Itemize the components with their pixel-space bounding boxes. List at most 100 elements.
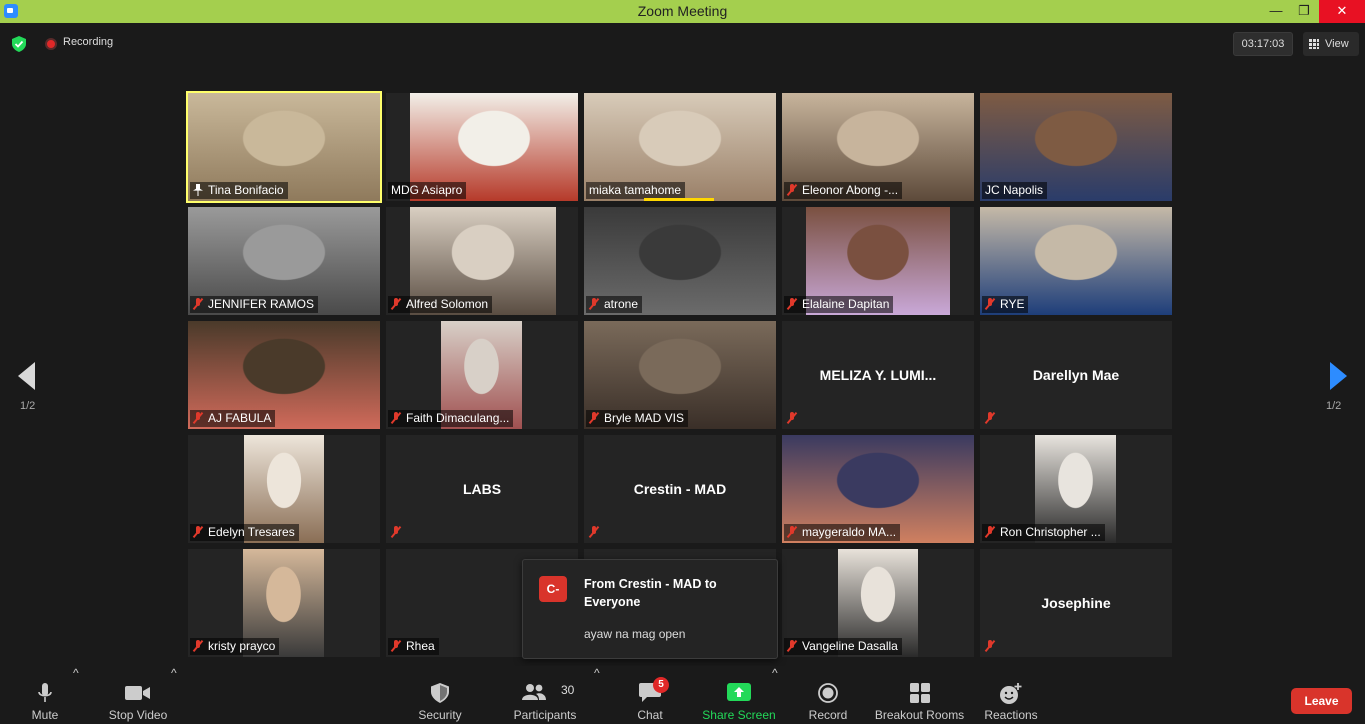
share-options-chevron-up-icon[interactable]: ^ (772, 666, 778, 724)
prev-page-arrow-icon[interactable] (18, 362, 35, 390)
close-button[interactable]: ✕ (1319, 0, 1365, 23)
participant-tile[interactable]: MDG Asiapro (386, 93, 578, 201)
security-label: Security (418, 708, 462, 722)
breakout-rooms-button[interactable]: Breakout Rooms (872, 666, 967, 724)
participant-tile[interactable]: Darellyn Mae (980, 321, 1172, 429)
participant-tile[interactable]: miaka tamahome (584, 93, 776, 201)
breakout-rooms-grid-icon (909, 683, 930, 703)
participants-count: 30 (561, 683, 575, 697)
participant-name: atrone (604, 297, 639, 311)
participant-name: maygeraldo MA... (802, 525, 897, 539)
muted-mic-icon (193, 526, 203, 538)
leave-button[interactable]: Leave (1291, 688, 1352, 714)
participant-tile[interactable]: Tina Bonifacio (186, 91, 382, 203)
participant-display-name: LABS (462, 481, 502, 497)
participant-tile[interactable]: Elalaine Dapitan (782, 207, 974, 315)
chat-notification-popup[interactable]: C- From Crestin - MAD to Everyone ayaw n… (522, 559, 778, 659)
share-screen-label: Share Screen (702, 708, 776, 722)
window-title: Zoom Meeting (637, 3, 728, 19)
next-page-arrow-icon[interactable] (1330, 362, 1347, 390)
participant-display-name: Crestin - MAD (633, 481, 727, 497)
reactions-label: Reactions (984, 708, 1038, 722)
participants-people-icon (522, 684, 546, 700)
participant-name: Tina Bonifacio (208, 183, 284, 197)
participant-name: MDG Asiapro (391, 183, 463, 197)
recording-indicator-icon[interactable] (45, 38, 57, 50)
recording-label[interactable]: Recording (63, 36, 113, 48)
chat-message-text: ayaw na mag open (584, 627, 686, 641)
meeting-timer: 03:17:03 (1233, 32, 1293, 56)
participant-display-name: MELIZA Y. LUMI... (819, 367, 937, 383)
participant-display-name: Josephine (1041, 595, 1111, 611)
participant-tile[interactable]: LABS (386, 435, 578, 543)
participant-tile[interactable]: Crestin - MAD (584, 435, 776, 543)
participant-tile[interactable]: maygeraldo MA... (782, 435, 974, 543)
participant-tile[interactable]: JENNIFER RAMOS (188, 207, 380, 315)
participant-name: JC Napolis (985, 183, 1044, 197)
participant-nameplate: Faith Dimaculang... (388, 410, 514, 427)
participant-tile[interactable]: Eleonor Abong -... (782, 93, 974, 201)
muted-mic-icon (193, 298, 203, 310)
chat-sender-line: From Crestin - MAD to Everyone (584, 577, 717, 609)
reactions-smiley-icon (1000, 683, 1022, 704)
encryption-shield-icon[interactable] (12, 36, 26, 52)
participant-tile[interactable]: AJ FABULA (188, 321, 380, 429)
view-button[interactable]: View (1303, 32, 1359, 56)
participant-tile[interactable]: Bryle MAD VIS (584, 321, 776, 429)
participant-tile[interactable]: atrone (584, 207, 776, 315)
participant-tile[interactable]: RYE (980, 207, 1172, 315)
participant-nameplate: Ron Christopher ... (982, 524, 1105, 541)
participant-nameplate: Edelyn Tresares (190, 524, 299, 541)
participant-nameplate: Rhea (388, 638, 439, 655)
participant-nameplate: RYE (982, 296, 1029, 313)
restore-button[interactable]: ❐ (1289, 0, 1319, 23)
participant-display-name: Darellyn Mae (1032, 367, 1120, 383)
participant-nameplate: miaka tamahome (586, 182, 686, 199)
participant-nameplate: Bryle MAD VIS (586, 410, 689, 427)
participant-tile[interactable]: Alfred Solomon (386, 207, 578, 315)
record-button[interactable]: Record (803, 666, 853, 724)
participant-nameplate (982, 638, 1004, 655)
security-shield-icon (431, 683, 449, 703)
share-screen-arrow-icon (727, 683, 751, 701)
muted-mic-icon (787, 526, 797, 538)
participant-nameplate (388, 524, 410, 541)
participant-tile[interactable]: kristy prayco (188, 549, 380, 657)
audio-options-chevron-up-icon[interactable]: ^ (73, 666, 79, 724)
share-screen-button[interactable]: Share Screen (700, 666, 778, 724)
stop-video-button[interactable]: Stop Video (102, 666, 174, 724)
participant-tile[interactable]: MELIZA Y. LUMI... (782, 321, 974, 429)
gallery-grid-icon (1309, 39, 1319, 49)
participant-nameplate: Tina Bonifacio (190, 182, 288, 199)
participant-nameplate: Vangeline Dasalla (784, 638, 902, 655)
muted-mic-icon (787, 184, 797, 196)
participant-tile[interactable]: Faith Dimaculang... (386, 321, 578, 429)
participant-nameplate: Eleonor Abong -... (784, 182, 903, 199)
participant-tile[interactable]: Vangeline Dasalla (782, 549, 974, 657)
minimize-button[interactable]: — (1261, 0, 1291, 23)
muted-mic-icon (589, 298, 599, 310)
security-button[interactable]: Security (410, 666, 470, 724)
muted-mic-icon (787, 640, 797, 652)
muted-mic-icon (985, 640, 995, 652)
video-camera-icon (125, 686, 150, 700)
participant-name: Rhea (406, 639, 435, 653)
participant-tile[interactable]: Edelyn Tresares (188, 435, 380, 543)
participant-tile[interactable]: Ron Christopher ... (980, 435, 1172, 543)
record-icon (818, 683, 838, 703)
reactions-button[interactable]: Reactions (980, 666, 1042, 724)
muted-mic-icon (787, 412, 797, 424)
participants-options-chevron-up-icon[interactable]: ^ (594, 666, 600, 724)
video-options-chevron-up-icon[interactable]: ^ (171, 666, 177, 724)
meeting-toolbar: Mute ^ Stop Video ^ Security Participant… (0, 666, 1365, 724)
participant-tile[interactable]: Josephine (980, 549, 1172, 657)
mute-button[interactable]: Mute (20, 666, 70, 724)
meeting-topbar: Recording 03:17:03 View (0, 23, 1365, 65)
muted-mic-icon (391, 298, 401, 310)
participant-tile[interactable]: JC Napolis (980, 93, 1172, 201)
chat-button[interactable]: Chat (625, 666, 675, 724)
participant-name: Eleonor Abong -... (802, 183, 899, 197)
page-indicator-right: 1/2 (1326, 400, 1342, 412)
participant-nameplate: JENNIFER RAMOS (190, 296, 319, 313)
speaking-indicator (644, 198, 714, 201)
